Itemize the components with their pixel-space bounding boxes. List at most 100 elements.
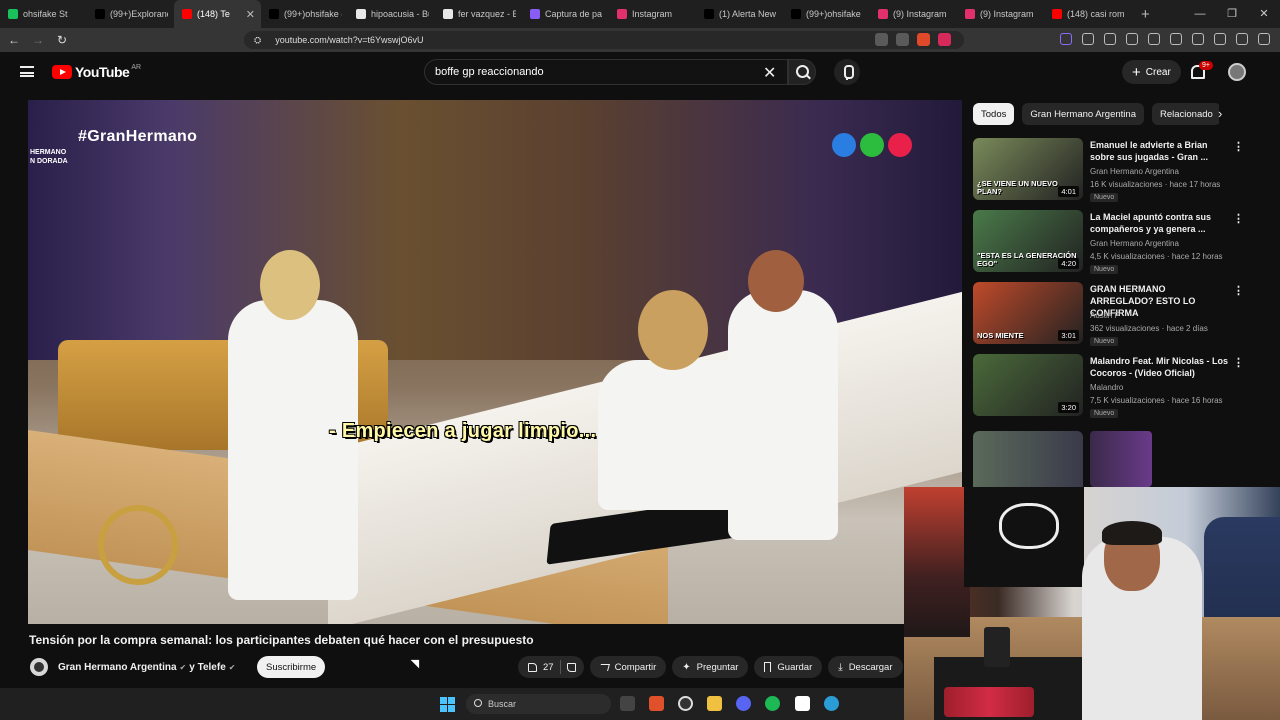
more-options-icon[interactable]: ⋮	[1233, 140, 1244, 153]
extension-icon[interactable]	[1104, 33, 1116, 45]
like-icon[interactable]	[528, 662, 537, 672]
save-button[interactable]: Guardar	[754, 656, 823, 678]
brave-shield-icon[interactable]	[917, 33, 930, 46]
video-player[interactable]: #GranHermano HERMANO N DORADA - Empiecen…	[28, 100, 962, 624]
clear-search-icon[interactable]: ✕	[763, 63, 776, 83]
extension-icon[interactable]	[875, 33, 888, 46]
browser-tab[interactable]: Instagram	[609, 0, 696, 28]
taskbar-search[interactable]: Buscar	[466, 694, 611, 714]
recommendation-title[interactable]: La Maciel apuntó contra sus compañeros y…	[1090, 211, 1230, 235]
channel-avatar[interactable]	[30, 658, 48, 676]
search-input[interactable]: boffe gp reaccionando	[424, 59, 788, 85]
brave-rewards-icon[interactable]	[938, 33, 951, 46]
extension-icon[interactable]	[1082, 33, 1094, 45]
youtube-header: YouTube AR boffe gp reaccionando ✕ + Cre…	[0, 52, 1280, 92]
ask-button[interactable]: ✦ Preguntar	[672, 656, 749, 678]
restore-icon[interactable]: ❐	[1216, 0, 1248, 28]
recommendation-channel[interactable]: Malandro	[1090, 383, 1123, 392]
recommendation-item[interactable]: "ESTA ES LA GENERACIÓN EGO" 4:20 La Maciel…	[973, 210, 1253, 276]
plus-icon: +	[1132, 63, 1141, 81]
more-options-icon[interactable]: ⋮	[1233, 212, 1244, 225]
tab-close-icon[interactable]: ✕	[246, 8, 255, 21]
recommendation-title[interactable]: Malandro Feat. Mir Nicolas - Los Cocoros…	[1090, 355, 1230, 379]
filter-chip[interactable]: Relacionado	[1151, 103, 1219, 125]
brave-icon[interactable]	[649, 696, 664, 711]
browser-tab[interactable]: hipoacusia - Bu	[348, 0, 435, 28]
browser-tab[interactable]: (148) casi romp	[1044, 0, 1131, 28]
chevron-right-icon[interactable]: ›	[1218, 106, 1222, 121]
video-thumbnail[interactable]: NOS MIENTE 3:01	[973, 282, 1083, 344]
browser-tab[interactable]: (99+)ohsifake	[783, 0, 870, 28]
media-icon[interactable]	[1148, 33, 1160, 45]
tab-label: fer vazquez - B	[458, 9, 516, 19]
voice-search-icon[interactable]	[834, 59, 860, 85]
browser-tab[interactable]: (9) Instagram	[870, 0, 957, 28]
recommendation-title[interactable]: Emanuel le advierte a Brian sobre sus ju…	[1090, 139, 1230, 163]
minimize-icon[interactable]: —	[1184, 0, 1216, 28]
more-options-icon[interactable]: ⋮	[1233, 284, 1244, 297]
extension-icon[interactable]	[896, 33, 909, 46]
subscribe-button[interactable]: Suscribirme	[257, 656, 326, 678]
reload-icon[interactable]: ↻	[52, 33, 72, 47]
more-options-icon[interactable]: ⋮	[1233, 356, 1244, 369]
channel-name[interactable]: Gran Hermano Argentina	[58, 662, 177, 673]
browser-tab[interactable]: fer vazquez - B	[435, 0, 522, 28]
tab-label: ohsifake St	[23, 9, 68, 19]
video-thumbnail[interactable]: 3:20	[973, 354, 1083, 416]
spotify-icon[interactable]	[765, 696, 780, 711]
site-info-icon[interactable]: ⛭	[254, 35, 261, 46]
recommendation-item[interactable]: 3:20 Malandro Feat. Mir Nicolas - Los Coc…	[973, 354, 1253, 420]
browser-tab[interactable]: (99+)Explorando	[87, 0, 174, 28]
recommendation-channel[interactable]: Austin P	[1090, 311, 1120, 320]
vpn-icon[interactable]	[1236, 33, 1248, 45]
video-logo-text: HERMANO N DORADA	[30, 148, 68, 166]
wallet-icon[interactable]	[1192, 33, 1204, 45]
browser-tab[interactable]: (1) Alerta New	[696, 0, 783, 28]
discord-icon[interactable]	[736, 696, 751, 711]
share-button[interactable]: Compartir	[589, 656, 667, 678]
menu-icon[interactable]	[20, 66, 34, 77]
browser-tab[interactable]: Captura de pa	[522, 0, 609, 28]
browser-tab[interactable]: (99+)ohsifake (	[261, 0, 348, 28]
video-thumbnail[interactable]: ¿SE VIENE UN NUEVO PLAN? 4:01	[973, 138, 1083, 200]
forward-icon[interactable]: →	[28, 33, 48, 47]
youtube-logo[interactable]: YouTube AR	[52, 64, 141, 80]
tab-label: Captura de pa	[545, 9, 603, 19]
create-button[interactable]: + Crear	[1122, 60, 1181, 84]
recommendation-item[interactable]: NOS MIENTE 3:01 GRAN HERMANO ARREGLADO? ES…	[973, 282, 1253, 348]
browser-tab[interactable]: ohsifake St	[0, 0, 87, 28]
account-avatar[interactable]	[1228, 63, 1246, 81]
video-thumbnail[interactable]: "ESTA ES LA GENERACIÓN EGO" 4:20	[973, 210, 1083, 272]
app-icon[interactable]	[824, 696, 839, 711]
url-field[interactable]: ⛭ youtube.com/watch?v=t6YwswjO6vU	[244, 31, 964, 49]
puzzle-icon[interactable]	[1126, 33, 1138, 45]
back-icon[interactable]: ←	[4, 33, 24, 47]
browser-tab[interactable]: (148) Te ✕	[174, 0, 261, 28]
sidebar-icon[interactable]	[1170, 33, 1182, 45]
recommendation-partial[interactable]	[973, 431, 1253, 493]
browser-tab[interactable]: (9) Instagram	[957, 0, 1044, 28]
recommendation-item[interactable]: ¿SE VIENE UN NUEVO PLAN? 4:01 Emanuel le a…	[973, 138, 1253, 204]
download-button[interactable]: ⤓ Descargar	[828, 656, 903, 678]
sparkle-icon: ✦	[682, 661, 691, 673]
menu-icon[interactable]	[1258, 33, 1270, 45]
filter-chip[interactable]: Gran Hermano Argentina	[1022, 103, 1144, 125]
ai-icon[interactable]	[1214, 33, 1226, 45]
share-icon	[598, 663, 610, 671]
dislike-icon[interactable]	[566, 662, 576, 672]
chrome-icon[interactable]	[678, 696, 693, 711]
new-tab-button[interactable]: +	[1141, 6, 1150, 23]
like-count[interactable]: 27	[543, 662, 554, 673]
close-window-icon[interactable]: ✕	[1248, 0, 1280, 28]
recommendation-channel[interactable]: Gran Hermano Argentina	[1090, 167, 1179, 176]
file-explorer-icon[interactable]	[707, 696, 722, 711]
windows-start-icon[interactable]	[440, 697, 455, 712]
filter-chip[interactable]: Todos	[973, 103, 1015, 125]
extension-icon[interactable]	[1060, 33, 1072, 45]
youtube-wordmark: YouTube	[75, 64, 130, 80]
recommendation-channel[interactable]: Gran Hermano Argentina	[1090, 239, 1179, 248]
collab-channel-name[interactable]: y Telefe	[189, 662, 226, 673]
capcut-icon[interactable]	[795, 696, 810, 711]
task-view-icon[interactable]	[620, 696, 635, 711]
search-button[interactable]	[788, 59, 816, 85]
